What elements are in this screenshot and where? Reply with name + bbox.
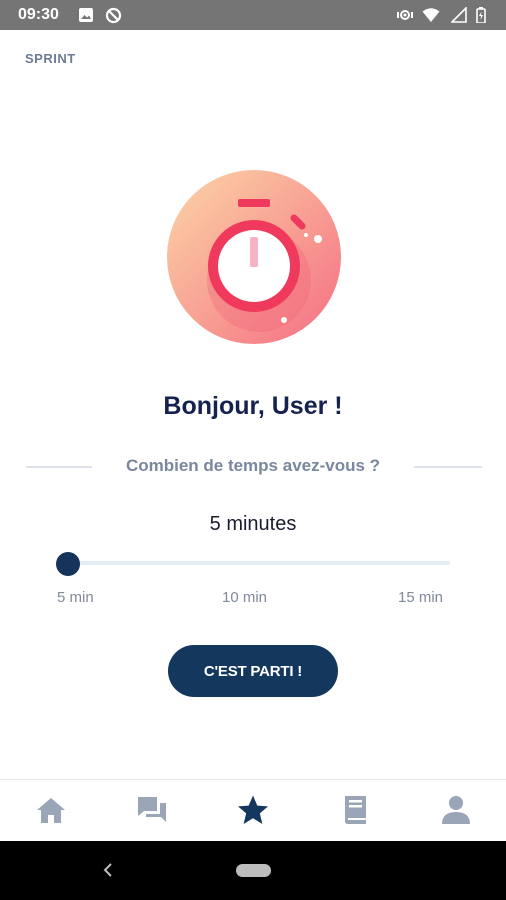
battery-icon xyxy=(476,7,486,28)
nav-sprint[interactable] xyxy=(235,792,271,828)
divider-right xyxy=(414,466,482,468)
screen-title: SPRINT xyxy=(25,51,76,66)
status-bar: 09:30 xyxy=(0,0,506,30)
nav-home[interactable] xyxy=(33,792,69,828)
nav-profile[interactable] xyxy=(438,792,474,828)
home-pill[interactable] xyxy=(236,864,271,877)
divider-left xyxy=(26,466,92,468)
nav-book[interactable] xyxy=(337,792,373,828)
greeting-title: Bonjour, User ! xyxy=(163,392,343,420)
tick-label-15: 15 min xyxy=(398,589,444,606)
selected-duration: 5 minutes xyxy=(209,513,297,535)
tick-label-5: 5 min xyxy=(57,589,94,606)
signal-icon xyxy=(450,6,467,28)
duration-question: Combien de temps avez-vous ? xyxy=(125,456,381,475)
duration-slider-thumb[interactable] xyxy=(56,552,80,576)
chat-icon xyxy=(138,797,166,822)
system-nav-bar xyxy=(0,841,506,900)
tick-label-10: 10 min xyxy=(222,589,268,606)
image-icon xyxy=(78,7,94,28)
nav-chat[interactable] xyxy=(134,792,170,828)
back-icon[interactable] xyxy=(101,861,115,884)
home-icon xyxy=(37,798,65,823)
wifi-icon xyxy=(422,7,440,28)
start-button[interactable]: C'EST PARTI ! xyxy=(168,645,338,697)
vibrate-icon xyxy=(396,7,414,28)
star-icon xyxy=(238,795,268,824)
bottom-nav xyxy=(0,779,506,841)
book-icon xyxy=(345,796,366,824)
stopwatch-icon xyxy=(167,170,341,344)
duration-slider-track[interactable] xyxy=(68,561,450,565)
profile-icon xyxy=(442,796,470,824)
sync-off-icon xyxy=(105,7,122,29)
status-time: 09:30 xyxy=(18,6,59,23)
